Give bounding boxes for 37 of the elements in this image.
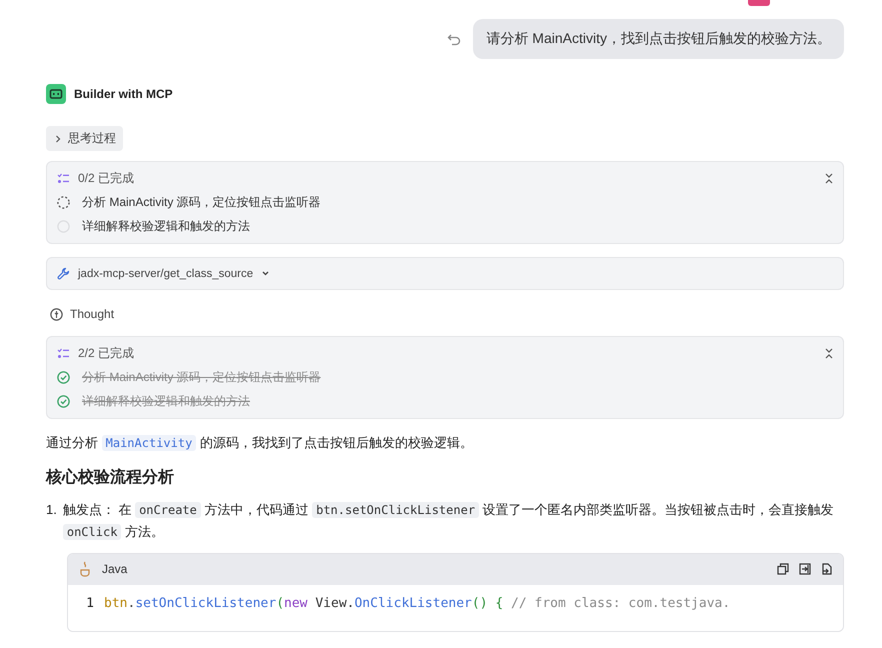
checklist-icon — [57, 172, 69, 184]
code-line: btn.setOnClickListener(new View.OnClickListener() { // from class: com.testjava. — [104, 596, 730, 611]
task-text: 分析 MainActivity 源码，定位按钮点击监听器 — [82, 194, 321, 211]
chevron-icon — [261, 269, 270, 278]
task-text: 详细解释校验逻辑和触发的方法 — [82, 218, 250, 235]
undo-icon — [447, 32, 462, 46]
assistant-name: Builder with MCP — [74, 87, 173, 101]
file-arrow-icon — [821, 563, 833, 575]
apply-button[interactable] — [821, 563, 833, 575]
chevron-icon — [54, 134, 62, 142]
insert-icon — [799, 563, 811, 575]
copy-icon — [777, 563, 789, 575]
section-heading: 核心校验流程分析 — [46, 467, 175, 488]
wrench-icon — [57, 267, 70, 280]
coffee-cup-icon — [78, 561, 92, 577]
tool-name: jadx-mcp-server/get_class_source — [78, 268, 254, 280]
collapse-button[interactable] — [824, 172, 834, 184]
task-text: 详细解释校验逻辑和触发的方法 — [82, 393, 250, 410]
user-message: 请分析 MainActivity，找到点击按钮后触发的校验方法。 — [473, 19, 844, 59]
task-summary: 0/2 已完成 — [78, 170, 136, 186]
task-summary: 2/2 已完成 — [78, 344, 136, 362]
tool-call-card[interactable]: jadx-mcp-server/get_class_source — [46, 257, 844, 290]
thinking-toggle[interactable]: 思考过程 — [46, 126, 123, 151]
line-number: 1 — [85, 596, 94, 611]
bot-icon — [46, 84, 66, 104]
copy-button[interactable] — [777, 563, 789, 575]
list-number: 1. — [46, 501, 57, 519]
insert-button[interactable] — [799, 563, 811, 575]
thought-label: Thought — [70, 307, 114, 321]
collapse-icon — [824, 348, 834, 358]
list-item-text: 触发点： 在 onCreate 方法中，代码通过 btn.setOnClickListener 设置了一个匿名内部类监听器。当按钮被点击时，会直接触发 onClick 方法。 — [62, 501, 835, 542]
checklist-icon — [57, 348, 69, 358]
collapse-icon — [824, 172, 834, 184]
collapse-button[interactable] — [824, 348, 834, 358]
task-text: 分析 MainActivity 源码，定位按钮点击监听器 — [82, 369, 321, 386]
language-label: Java — [102, 562, 128, 576]
paragraph: 通过分析 MainActivity 的源码，我找到了点击按钮后触发的校验逻辑。 — [46, 434, 474, 453]
